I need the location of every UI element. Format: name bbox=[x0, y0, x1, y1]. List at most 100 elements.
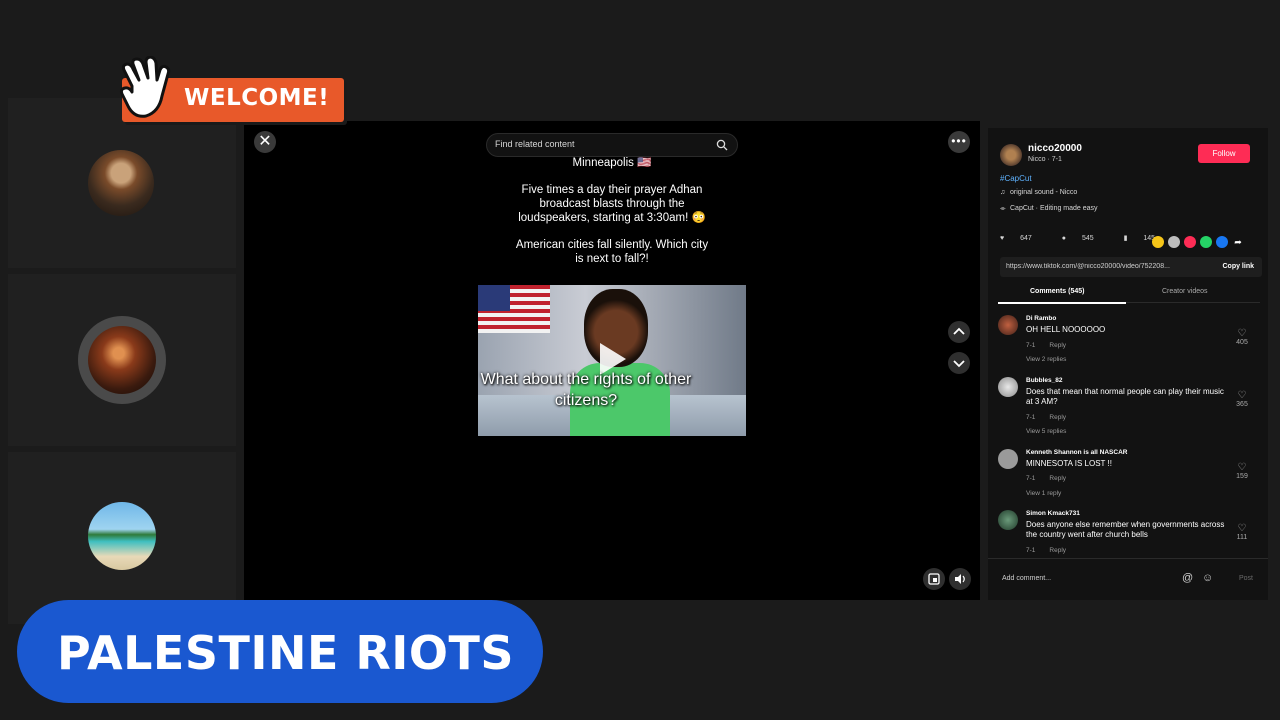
reply-button[interactable]: Reply bbox=[1049, 547, 1066, 554]
share-icon[interactable] bbox=[1152, 235, 1164, 248]
chevron-down-icon bbox=[953, 360, 965, 368]
close-button[interactable]: ✕ bbox=[254, 131, 276, 153]
creator-subline: Nicco · 7-1 bbox=[1028, 156, 1062, 163]
like-stat[interactable]: ♥ 647 bbox=[1000, 235, 1046, 242]
comment-item: Kenneth Shannon is all NASCAR MINNESOTA … bbox=[998, 449, 1260, 501]
screen: ✕ Find related content ••• Minneapolis 🇺… bbox=[0, 0, 1280, 720]
video-link: https://www.tiktok.com/@nicco20000/video… bbox=[1006, 263, 1170, 270]
comment-text: MINNESOTA IS LOST !! bbox=[1026, 459, 1112, 468]
sound-row[interactable]: ♫ original sound - Nicco bbox=[1000, 189, 1077, 196]
creator-username[interactable]: nicco20000 bbox=[1028, 143, 1082, 154]
comment-like[interactable]: ♡ 111 bbox=[1232, 523, 1252, 541]
heart-icon: ♥ bbox=[1000, 235, 1005, 242]
share-icon[interactable] bbox=[1168, 235, 1180, 248]
waving-hand-icon bbox=[119, 56, 171, 118]
previous-video-button[interactable] bbox=[948, 321, 970, 343]
participant-avatar bbox=[88, 502, 156, 570]
hashtag-link[interactable]: #CapCut bbox=[1000, 174, 1032, 183]
whatsapp-icon[interactable] bbox=[1200, 235, 1212, 248]
post-button[interactable]: Post bbox=[1239, 575, 1253, 582]
volume-button[interactable] bbox=[949, 568, 971, 590]
video-caption: Minneapolis 🇺🇸 Five times a day their pr… bbox=[512, 156, 712, 279]
comment-like-count: 159 bbox=[1236, 473, 1248, 480]
capcut-row[interactable]: ⌯ CapCut · Editing made easy bbox=[1000, 205, 1098, 213]
comment-date: 7-1 bbox=[1026, 547, 1036, 554]
copy-link-button[interactable]: Copy link bbox=[1222, 263, 1254, 270]
comment-input[interactable]: Add comment... bbox=[1002, 575, 1051, 582]
lower-third-banner: PALESTINE RIOTS bbox=[17, 600, 543, 703]
welcome-label: WELCOME! bbox=[184, 85, 330, 111]
picture-in-picture-button[interactable] bbox=[923, 568, 945, 590]
caption-line: Five times a day their prayer Adhan broa… bbox=[518, 184, 706, 224]
view-replies-button[interactable]: View 5 replies bbox=[1026, 428, 1066, 435]
comment-date: 7-1 bbox=[1026, 414, 1036, 421]
participant-tile[interactable] bbox=[8, 452, 236, 624]
add-comment-bar: Add comment... @ ☺ Post bbox=[988, 558, 1268, 600]
comment-date: 7-1 bbox=[1026, 342, 1036, 349]
comment-like[interactable]: ♡ 365 bbox=[1232, 390, 1252, 408]
comment-count: 545 bbox=[1081, 235, 1094, 242]
comment-meta: 7-1 Reply bbox=[1026, 475, 1080, 482]
commenter-name[interactable]: Kenneth Shannon is all NASCAR bbox=[1026, 449, 1127, 456]
heart-outline-icon: ♡ bbox=[1237, 462, 1247, 473]
comment-text: Does anyone else remember when governmen… bbox=[1026, 520, 1225, 539]
heart-outline-icon: ♡ bbox=[1237, 390, 1247, 401]
mention-icon[interactable]: @ bbox=[1182, 572, 1193, 584]
next-video-button[interactable] bbox=[948, 352, 970, 374]
ellipsis-icon: ••• bbox=[951, 134, 967, 148]
comment-stat[interactable]: ● 545 bbox=[1062, 235, 1108, 242]
commenter-avatar[interactable] bbox=[998, 510, 1018, 530]
commenter-name[interactable]: Simon Kmack731 bbox=[1026, 510, 1080, 517]
commenter-avatar[interactable] bbox=[998, 377, 1018, 397]
active-tab-indicator bbox=[998, 302, 1126, 304]
pip-icon bbox=[928, 573, 940, 585]
share-icon[interactable] bbox=[1184, 235, 1196, 248]
forward-icon[interactable]: ➦ bbox=[1232, 236, 1244, 248]
speaker-icon bbox=[955, 574, 965, 584]
bookmark-icon: ▮ bbox=[1123, 235, 1128, 242]
capcut-label: CapCut · Editing made easy bbox=[1010, 205, 1098, 212]
heart-outline-icon: ♡ bbox=[1237, 523, 1247, 534]
music-note-icon: ♫ bbox=[1000, 189, 1006, 196]
reply-button[interactable]: Reply bbox=[1049, 414, 1066, 421]
view-replies-button[interactable]: View 2 replies bbox=[1026, 356, 1066, 363]
video-link-field[interactable]: https://www.tiktok.com/@nicco20000/video… bbox=[1000, 257, 1262, 277]
caption-line: Minneapolis 🇺🇸 bbox=[572, 157, 652, 169]
comment-like-count: 405 bbox=[1236, 339, 1248, 346]
video-viewer: ✕ Find related content ••• Minneapolis 🇺… bbox=[244, 121, 980, 600]
commenter-avatar[interactable] bbox=[998, 449, 1018, 469]
comment-like[interactable]: ♡ 405 bbox=[1232, 328, 1252, 346]
comment-meta: 7-1 Reply bbox=[1026, 342, 1080, 349]
participant-avatar bbox=[88, 150, 154, 216]
more-options-button[interactable]: ••• bbox=[948, 131, 970, 153]
commenter-name[interactable]: Bubbles_82 bbox=[1026, 377, 1063, 384]
facebook-icon[interactable] bbox=[1216, 235, 1228, 248]
emoji-icon[interactable]: ☺ bbox=[1202, 572, 1213, 584]
capcut-icon: ⌯ bbox=[1000, 205, 1006, 212]
tab-creator-videos[interactable]: Creator videos bbox=[1162, 288, 1208, 295]
tab-comments[interactable]: Comments (545) bbox=[1030, 288, 1084, 295]
reply-button[interactable]: Reply bbox=[1049, 475, 1066, 482]
comment-meta: 7-1 Reply bbox=[1026, 547, 1080, 554]
panel-tabs: Comments (545) Creator videos bbox=[998, 283, 1260, 304]
participant-avatar bbox=[88, 326, 156, 394]
sound-label: original sound - Nicco bbox=[1010, 189, 1078, 196]
follow-button[interactable]: Follow bbox=[1198, 144, 1250, 163]
creator-avatar[interactable] bbox=[1000, 144, 1022, 166]
comment-item: Di Rambo OH HELL NOOOOOO 7-1 Reply View 2… bbox=[998, 315, 1260, 367]
commenter-avatar[interactable] bbox=[998, 315, 1018, 335]
reply-button[interactable]: Reply bbox=[1049, 342, 1066, 349]
video-thumbnail[interactable]: What about the rights of other citizens? bbox=[478, 285, 746, 436]
view-replies-button[interactable]: View 1 reply bbox=[1026, 490, 1061, 497]
heart-outline-icon: ♡ bbox=[1237, 328, 1247, 339]
chevron-up-icon bbox=[953, 327, 965, 335]
commenter-name[interactable]: Di Rambo bbox=[1026, 315, 1056, 322]
comment-item: Simon Kmack731 Does anyone else remember… bbox=[998, 510, 1260, 556]
comment-text: OH HELL NOOOOOO bbox=[1026, 325, 1106, 334]
thumbnail-caption: What about the rights of other citizens? bbox=[480, 371, 692, 409]
comment-icon: ● bbox=[1061, 235, 1066, 242]
participant-tile[interactable] bbox=[8, 274, 236, 446]
comment-like[interactable]: ♡ 159 bbox=[1232, 462, 1252, 480]
search-input[interactable]: Find related content bbox=[486, 133, 738, 157]
caption-line: American cities fall silently. Which cit… bbox=[515, 239, 709, 265]
